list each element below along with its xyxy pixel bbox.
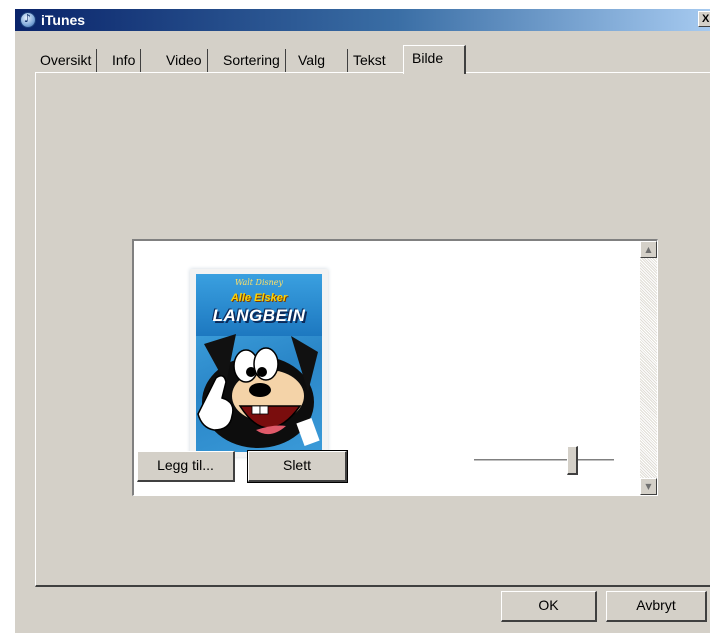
tab-info[interactable]: Info [107, 49, 142, 73]
tab-bilde[interactable]: Bilde [403, 45, 466, 74]
itunes-info-window: iTunes X Oversikt Info Video Sortering V… [15, 9, 710, 633]
artwork-zoom-slider[interactable] [474, 446, 614, 476]
tab-video[interactable]: Video [161, 49, 208, 73]
album-artwork-image[interactable]: Walt Disney Alle Elsker LANGBEIN [190, 269, 328, 457]
scroll-down-arrow-icon[interactable]: ▼ [640, 478, 657, 495]
bilde-panel: Walt Disney Alle Elsker LANGBEIN ▲ ▼ Leg… [35, 72, 710, 587]
artwork-scrollbar[interactable]: ▲ ▼ [640, 241, 657, 495]
window-title: iTunes [41, 12, 86, 28]
delete-artwork-button[interactable]: Slett [247, 450, 348, 483]
title-bar[interactable]: iTunes X [15, 9, 710, 31]
slider-thumb[interactable] [567, 446, 578, 475]
slider-track [474, 459, 614, 462]
scroll-up-arrow-icon[interactable]: ▲ [640, 241, 657, 258]
tab-valg[interactable]: Valg [293, 49, 330, 73]
close-button[interactable]: X [698, 11, 710, 27]
cover-art: Walt Disney Alle Elsker LANGBEIN [196, 274, 322, 452]
itunes-app-icon [20, 12, 36, 28]
tab-sortering[interactable]: Sortering [218, 49, 286, 73]
add-artwork-button[interactable]: Legg til... [137, 451, 235, 482]
ok-button[interactable]: OK [501, 591, 597, 622]
cancel-button[interactable]: Avbryt [606, 591, 707, 622]
tab-oversikt[interactable]: Oversikt [35, 49, 98, 73]
goofy-illustration [197, 334, 320, 448]
tab-tekst[interactable]: Tekst [347, 49, 391, 73]
